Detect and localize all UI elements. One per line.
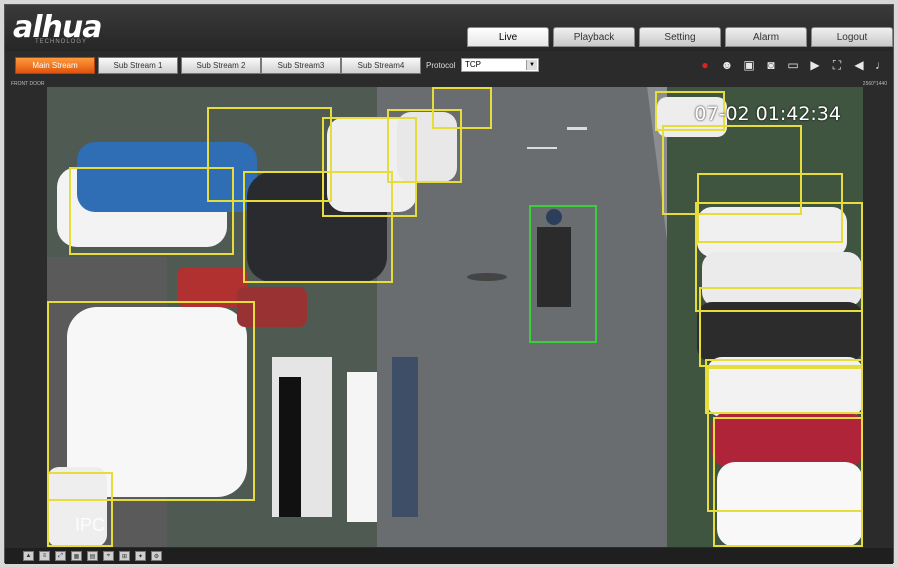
zoom-icon[interactable]: ⊞ (119, 551, 130, 561)
record-icon[interactable]: ◙ (763, 58, 779, 72)
sub-stream-2-button[interactable]: Sub Stream 2 (181, 57, 261, 74)
rule-icon[interactable]: ▲ (23, 551, 34, 561)
resolution-label: 2560*1440 (862, 81, 887, 87)
main-nav: Live Playback Setting Alarm Logout (467, 27, 893, 47)
protocol-value: TCP (465, 60, 481, 69)
tab-live[interactable]: Live (467, 27, 549, 47)
video-watermark: IPC (75, 515, 106, 535)
main-stream-button[interactable]: Main Stream (15, 57, 95, 74)
snapshot-icon[interactable]: ▣ (741, 58, 757, 72)
live-tools: ● ☻ ▣ ◙ ▭ ▶ ⛶ ◀ ♩ (697, 58, 889, 73)
fullscreen-icon[interactable]: ⛶ (829, 58, 845, 72)
sub-stream-3-button[interactable]: Sub Stream3 (261, 57, 341, 74)
protocol-select[interactable]: TCP ▼ (461, 58, 539, 72)
tab-setting[interactable]: Setting (639, 27, 721, 47)
person-detection-box (529, 205, 597, 343)
live-toolbar: Main Stream Sub Stream 1 Sub Stream 2 Su… (5, 51, 893, 79)
live-video-view[interactable]: 07-02 01:42:34 IPC (47, 87, 863, 547)
tab-logout[interactable]: Logout (811, 27, 893, 47)
brand-subtitle: TECHNOLOGY (35, 39, 88, 45)
vehicle-detection-box (713, 417, 863, 547)
speaker-icon[interactable]: ◀ (851, 58, 867, 72)
vehicle-detection-box (699, 287, 863, 367)
stream-icon[interactable]: ▦ (71, 551, 82, 561)
sub-stream-1-button[interactable]: Sub Stream 1 (98, 57, 178, 74)
settings-icon[interactable]: ⚙ (151, 551, 162, 561)
stretch-icon[interactable]: ⤢ (55, 551, 66, 561)
chevron-down-icon: ▼ (526, 60, 537, 70)
person-icon[interactable]: ☻ (719, 58, 735, 72)
video-timestamp: 07-02 01:42:34 (694, 103, 841, 125)
vehicle-detection-box (432, 87, 492, 129)
header-bar: alhua TECHNOLOGY Live Playback Setting A… (5, 5, 893, 51)
protocol-label: Protocol (426, 61, 456, 70)
video-control-bar: ▲ ≡ ⤢ ▦ ▤ ⌖ ⊞ ✦ ⚙ (5, 548, 893, 564)
ratio-icon[interactable]: ▤ (87, 551, 98, 561)
fps-icon[interactable]: ≡ (39, 551, 50, 561)
vehicle-detection-box (47, 301, 255, 501)
web-client-window: alhua TECHNOLOGY Live Playback Setting A… (4, 4, 894, 564)
alarm-light-icon[interactable]: ● (697, 58, 713, 72)
tab-alarm[interactable]: Alarm (725, 27, 807, 47)
video-icon[interactable]: ▶ (807, 58, 823, 72)
zoom-icon[interactable]: ▭ (785, 58, 801, 72)
mic-icon[interactable]: ♩ (873, 58, 889, 72)
ptz-icon[interactable]: ✦ (135, 551, 146, 561)
sub-stream-4-button[interactable]: Sub Stream4 (341, 57, 421, 74)
tracking-icon[interactable]: ⌖ (103, 551, 114, 561)
tab-playback[interactable]: Playback (553, 27, 635, 47)
channel-name: FRONT DOOR (11, 81, 45, 87)
